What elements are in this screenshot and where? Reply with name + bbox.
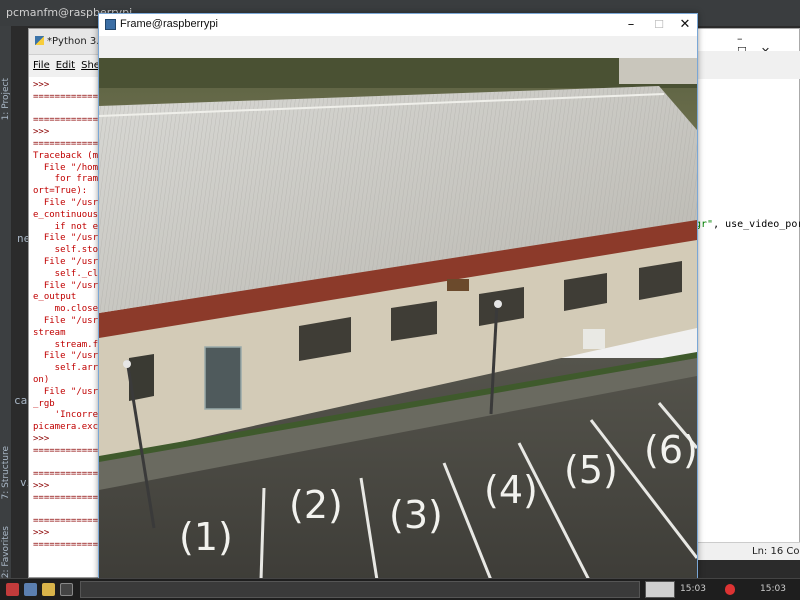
menu-icon[interactable] [6, 583, 19, 596]
menu-edit[interactable]: Edit [56, 60, 75, 71]
side-tab-favorites[interactable]: 2: Favorites [1, 526, 11, 578]
editor-window[interactable]: –☐✕ gr", use_video_port= [690, 28, 800, 560]
parking-number-1: (1) [179, 515, 233, 559]
ac-unit [583, 329, 605, 349]
taskbar-windows[interactable] [80, 581, 640, 598]
editor-code-line[interactable]: gr", use_video_port= [695, 219, 800, 230]
power-icon[interactable] [725, 584, 735, 595]
terminal-icon[interactable] [60, 583, 73, 596]
menu-file[interactable]: File [33, 60, 50, 71]
python-icon [35, 36, 44, 45]
frame-window[interactable]: Frame@raspberrypi – ☐ ✕ (1) (2) (3) (4) … [98, 13, 698, 581]
taskbar: 15:03 15:03 [0, 578, 800, 600]
clock-left: 15:03 [680, 584, 706, 594]
taskbar-active-window[interactable] [645, 581, 675, 598]
close-button[interactable]: ✕ [671, 14, 699, 36]
ide-side-toolwindow-bar: 1: Project 7: Structure 2: Favorites [0, 26, 12, 578]
browser-icon[interactable] [24, 583, 37, 596]
clock-right: 15:03 [760, 584, 786, 594]
parking-number-6: (6) [644, 428, 697, 472]
parking-number-3: (3) [389, 493, 443, 537]
sign-plate [447, 279, 469, 291]
parking-number-5: (5) [564, 448, 618, 492]
maximize-button[interactable]: ☐ [645, 14, 673, 36]
editor-menubar [691, 51, 800, 79]
side-tab-structure[interactable]: 7: Structure [1, 446, 11, 500]
parking-number-4: (4) [484, 468, 538, 512]
minimize-button[interactable]: – [617, 14, 645, 36]
file-manager-icon[interactable] [42, 583, 55, 596]
camera-frame-image: (1) (2) (3) (4) (5) (6) [99, 58, 697, 580]
cursor-position: Ln: 16 Col: 4 [752, 546, 800, 557]
frame-titlebar[interactable]: Frame@raspberrypi – ☐ ✕ [99, 14, 697, 36]
editor-window-controls: –☐✕ [691, 29, 799, 58]
side-tab-project[interactable]: 1: Project [1, 78, 11, 120]
door [204, 346, 242, 410]
frame-app-icon [105, 19, 116, 30]
parking-number-2: (2) [289, 483, 343, 527]
frame-title: Frame@raspberrypi [120, 18, 218, 30]
frame-toolbar-area [99, 36, 697, 58]
minimize-icon[interactable]: – [737, 32, 757, 45]
code-rest: , use_video_port= [713, 219, 800, 230]
window [391, 301, 437, 341]
editor-statusbar: Ln: 16 Col: 4 [690, 542, 800, 560]
